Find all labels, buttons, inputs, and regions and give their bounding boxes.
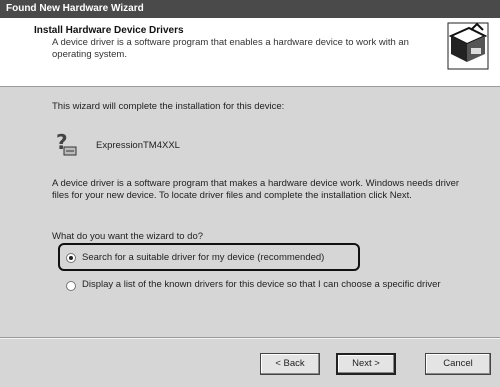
radio-display-list[interactable]	[66, 281, 76, 291]
wizard-window: Found New Hardware Wizard Install Hardwa…	[0, 0, 500, 387]
window-title: Found New Hardware Wizard	[6, 3, 144, 14]
header-subtitle: A device driver is a software program th…	[52, 37, 409, 60]
question-text: What do you want the wizard to do?	[52, 231, 204, 242]
wizard-header: Install Hardware Device Drivers A device…	[0, 18, 500, 87]
option-list-label[interactable]: Display a list of the known drivers for …	[82, 279, 462, 291]
cancel-button[interactable]: Cancel	[425, 353, 491, 375]
next-button[interactable]: Next >	[336, 353, 396, 375]
back-button[interactable]: < Back	[260, 353, 320, 375]
intro-text: This wizard will complete the installati…	[52, 101, 285, 112]
title-bar[interactable]: Found New Hardware Wizard	[0, 0, 500, 18]
description-text: A device driver is a software program th…	[52, 178, 460, 201]
header-title: Install Hardware Device Drivers	[34, 25, 184, 36]
option-search-label[interactable]: Search for a suitable driver for my devi…	[82, 252, 324, 264]
unknown-device-icon: ?	[56, 131, 77, 156]
hardware-wizard-icon	[447, 22, 489, 70]
button-separator	[0, 337, 500, 339]
radio-search-driver[interactable]	[66, 253, 76, 263]
device-name: ExpressionTM4XXL	[96, 140, 180, 151]
